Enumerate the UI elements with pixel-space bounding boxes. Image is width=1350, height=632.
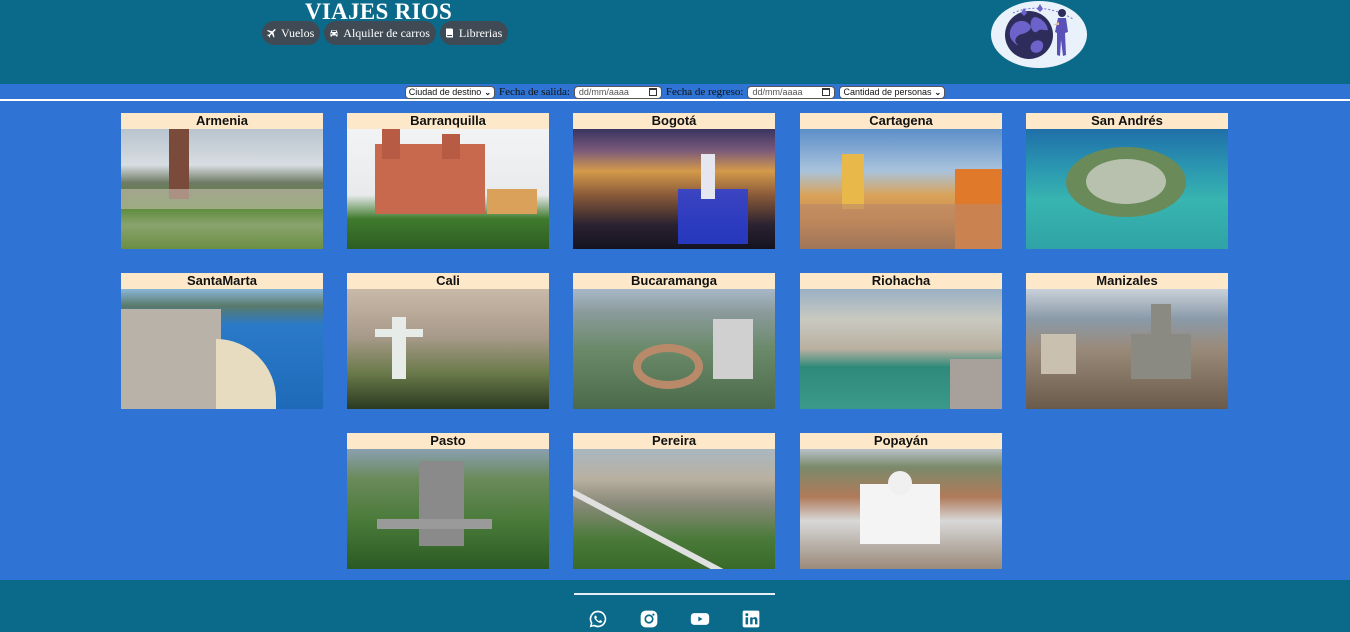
nav-vuelos-button[interactable]: Vuelos xyxy=(262,21,321,45)
city-name: Cali xyxy=(347,273,549,289)
destination-select-value: Ciudad de destino xyxy=(408,87,482,97)
linkedin-icon[interactable] xyxy=(741,609,761,629)
city-name: Cartagena xyxy=(800,113,1002,129)
return-date-placeholder: dd/mm/aaaa xyxy=(752,87,803,97)
nav-alquiler-carros-button[interactable]: Alquiler de carros xyxy=(324,21,436,45)
car-icon xyxy=(330,30,338,37)
city-card-pereira[interactable]: Pereira xyxy=(573,433,775,569)
city-name: Bucaramanga xyxy=(573,273,775,289)
calendar-icon[interactable] xyxy=(648,88,657,96)
footer-divider xyxy=(574,593,775,595)
departure-label: Fecha de salida: xyxy=(499,86,570,98)
site-header: VIAJES RIOS Vuelos Alquiler de carros Li… xyxy=(0,0,1350,84)
whatsapp-icon[interactable] xyxy=(588,609,608,629)
city-name: Armenia xyxy=(121,113,323,129)
city-name: Bogotá xyxy=(573,113,775,129)
city-photo[interactable] xyxy=(121,129,323,249)
city-photo[interactable] xyxy=(573,449,775,569)
city-name: Pereira xyxy=(573,433,775,449)
city-photo[interactable] xyxy=(1026,129,1228,249)
people-select[interactable]: Cantidad de personas ⌄ xyxy=(839,85,946,99)
city-card-san-andres[interactable]: San Andrés xyxy=(1026,113,1228,249)
city-card-bogota[interactable]: Bogotá xyxy=(573,113,775,249)
departure-date-input[interactable]: dd/mm/aaaa xyxy=(573,85,662,99)
travel-globe-logo xyxy=(991,1,1087,68)
city-card-barranquilla[interactable]: Barranquilla xyxy=(347,113,549,249)
city-card-armenia[interactable]: Armenia xyxy=(121,113,323,249)
calendar-icon[interactable] xyxy=(822,88,831,96)
nav-librerias-button[interactable]: Librerias xyxy=(439,21,509,45)
city-name: SantaMarta xyxy=(121,273,323,289)
destination-select[interactable]: Ciudad de destino ⌄ xyxy=(404,85,496,99)
search-bar: Ciudad de destino ⌄ Fecha de salida: dd/… xyxy=(0,84,1350,100)
main-nav: Vuelos Alquiler de carros Librerias xyxy=(262,21,509,45)
city-card-riohacha[interactable]: Riohacha xyxy=(800,273,1002,409)
city-photo[interactable] xyxy=(800,449,1002,569)
city-name: Riohacha xyxy=(800,273,1002,289)
youtube-icon[interactable] xyxy=(690,609,710,629)
city-name: San Andrés xyxy=(1026,113,1228,129)
city-photo[interactable] xyxy=(121,289,323,409)
city-name: Manizales xyxy=(1026,273,1228,289)
city-card-popayan[interactable]: Popayán xyxy=(800,433,1002,569)
plane-icon xyxy=(267,29,276,38)
book-icon xyxy=(445,28,453,38)
chevron-down-icon: ⌄ xyxy=(484,87,492,97)
city-name: Popayán xyxy=(800,433,1002,449)
city-card-cartagena[interactable]: Cartagena xyxy=(800,113,1002,249)
city-photo[interactable] xyxy=(573,129,775,249)
return-date-input[interactable]: dd/mm/aaaa xyxy=(747,85,836,99)
city-photo[interactable] xyxy=(1026,289,1228,409)
city-card-pasto[interactable]: Pasto xyxy=(347,433,549,569)
divider xyxy=(0,99,1350,101)
city-photo[interactable] xyxy=(800,289,1002,409)
people-select-value: Cantidad de personas xyxy=(843,87,932,97)
city-photo[interactable] xyxy=(573,289,775,409)
city-name: Barranquilla xyxy=(347,113,549,129)
city-photo[interactable] xyxy=(347,129,549,249)
city-photo[interactable] xyxy=(347,449,549,569)
chevron-down-icon: ⌄ xyxy=(934,87,942,97)
nav-vuelos-label: Vuelos xyxy=(281,25,315,40)
city-card-manizales[interactable]: Manizales xyxy=(1026,273,1228,409)
nav-librerias-label: Librerias xyxy=(458,25,503,40)
return-label: Fecha de regreso: xyxy=(665,86,744,98)
nav-alquiler-carros-label: Alquiler de carros xyxy=(343,25,430,40)
city-photo[interactable] xyxy=(800,129,1002,249)
city-card-santamarta[interactable]: SantaMarta xyxy=(121,273,323,409)
city-name: Pasto xyxy=(347,433,549,449)
site-footer xyxy=(0,580,1350,632)
city-card-cali[interactable]: Cali xyxy=(347,273,549,409)
instagram-icon[interactable] xyxy=(639,609,659,629)
departure-date-placeholder: dd/mm/aaaa xyxy=(578,87,629,97)
city-card-bucaramanga[interactable]: Bucaramanga xyxy=(573,273,775,409)
city-photo[interactable] xyxy=(347,289,549,409)
